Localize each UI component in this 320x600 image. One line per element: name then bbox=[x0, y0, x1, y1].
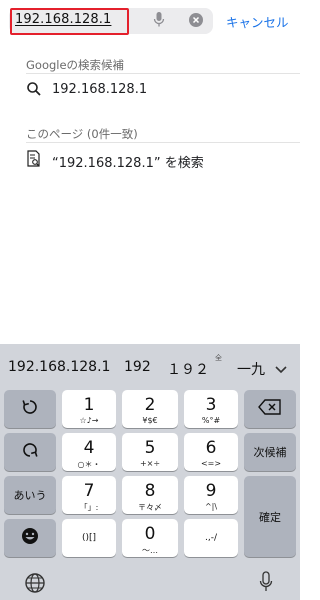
brackets-key[interactable]: ()[] bbox=[62, 519, 116, 557]
search-icon bbox=[26, 81, 42, 97]
suggestion-text: 192.168.128.1 bbox=[52, 82, 148, 97]
find-in-page-text: “192.168.128.1” を検索 bbox=[52, 156, 204, 171]
key-5[interactable]: 5 +×÷ bbox=[122, 433, 178, 471]
key-1-main: 1 bbox=[83, 395, 95, 415]
key-9[interactable]: 9 ^|\ bbox=[184, 476, 238, 514]
undo-icon bbox=[21, 398, 39, 420]
emoji-icon bbox=[20, 526, 40, 550]
input-mode-key[interactable]: あいう bbox=[4, 476, 56, 514]
candidate-4[interactable]: 一九 bbox=[237, 359, 265, 379]
key-9-main: 9 bbox=[205, 481, 217, 501]
candidate-2[interactable]: 192 bbox=[124, 359, 151, 375]
key-7-main: 7 bbox=[83, 481, 95, 501]
key-1[interactable]: 1 ☆♪→ bbox=[62, 390, 116, 428]
keyboard-bottom-bar bbox=[0, 554, 300, 600]
key-7-sub: 「」: bbox=[79, 503, 99, 512]
candidate-fullwidth-marker: 全 bbox=[215, 354, 222, 362]
google-suggestions-header: Googleの検索候補 bbox=[26, 58, 125, 72]
key-6-sub: <=> bbox=[200, 459, 222, 468]
redo-icon bbox=[21, 441, 39, 463]
redo-key[interactable] bbox=[4, 433, 56, 471]
key-5-sub: +×÷ bbox=[139, 459, 161, 468]
key-4[interactable]: 4 ○＊・ bbox=[62, 433, 116, 471]
clear-icon[interactable] bbox=[189, 13, 203, 27]
key-0-main: 0 bbox=[144, 524, 156, 544]
candidate-1[interactable]: 192.168.128.1 bbox=[8, 359, 110, 375]
key-4-sub: ○＊・ bbox=[77, 460, 101, 469]
cancel-button[interactable]: キャンセル bbox=[226, 12, 289, 31]
find-in-page-icon bbox=[26, 150, 42, 168]
emoji-key[interactable] bbox=[4, 519, 56, 557]
key-3-sub: %°# bbox=[201, 416, 221, 425]
backspace-key[interactable] bbox=[244, 390, 296, 428]
candidate-3[interactable]: １９２ bbox=[167, 359, 209, 379]
google-suggestion-item[interactable]: 192.168.128.1 bbox=[26, 79, 296, 103]
key-3-main: 3 bbox=[205, 395, 217, 415]
microphone-icon[interactable] bbox=[152, 11, 166, 29]
globe-icon[interactable] bbox=[24, 572, 46, 598]
chevron-down-icon[interactable] bbox=[274, 360, 288, 374]
mic-icon[interactable] bbox=[258, 570, 274, 598]
backspace-icon bbox=[258, 399, 282, 419]
key-7[interactable]: 7 「」: bbox=[62, 476, 116, 514]
key-8-main: 8 bbox=[144, 481, 156, 501]
candidate-bar: 192.168.128.1 192 １９２ 全 一九 bbox=[0, 344, 300, 390]
punctuation-label: .,-/ bbox=[204, 533, 217, 543]
divider bbox=[26, 73, 300, 74]
next-candidate-label: 次候補 bbox=[253, 446, 287, 459]
enter-key[interactable]: 確定 bbox=[244, 476, 296, 557]
keyboard: 192.168.128.1 192 １９２ 全 一九 1 ☆♪→ 2 ¥$€ 3… bbox=[0, 344, 300, 600]
key-8[interactable]: 8 〒々〆 bbox=[122, 476, 178, 514]
next-candidate-key[interactable]: 次候補 bbox=[244, 433, 296, 471]
key-6-main: 6 bbox=[205, 438, 217, 458]
find-in-page-item[interactable]: “192.168.128.1” を検索 bbox=[26, 149, 296, 173]
key-1-sub: ☆♪→ bbox=[79, 416, 99, 425]
key-6[interactable]: 6 <=> bbox=[184, 433, 238, 471]
search-bar: 192.168.128.1 キャンセル bbox=[0, 0, 300, 40]
key-8-sub: 〒々〆 bbox=[138, 503, 162, 512]
input-mode-label: あいう bbox=[13, 489, 47, 502]
key-9-sub: ^|\ bbox=[204, 502, 218, 511]
key-3[interactable]: 3 %°# bbox=[184, 390, 238, 428]
brackets-label: ()[] bbox=[81, 533, 97, 543]
key-2[interactable]: 2 ¥$€ bbox=[122, 390, 178, 428]
divider bbox=[26, 142, 300, 143]
highlight-annotation bbox=[10, 8, 129, 35]
page-matches-header: このページ (0件一致) bbox=[26, 127, 138, 141]
punctuation-key[interactable]: .,-/ bbox=[184, 519, 238, 557]
undo-key[interactable] bbox=[4, 390, 56, 428]
key-0[interactable]: 0 〜… bbox=[122, 519, 178, 557]
key-2-main: 2 bbox=[144, 395, 156, 415]
key-5-main: 5 bbox=[144, 438, 156, 458]
key-2-sub: ¥$€ bbox=[142, 416, 158, 425]
enter-label: 確定 bbox=[259, 510, 281, 524]
key-4-main: 4 bbox=[83, 438, 95, 458]
